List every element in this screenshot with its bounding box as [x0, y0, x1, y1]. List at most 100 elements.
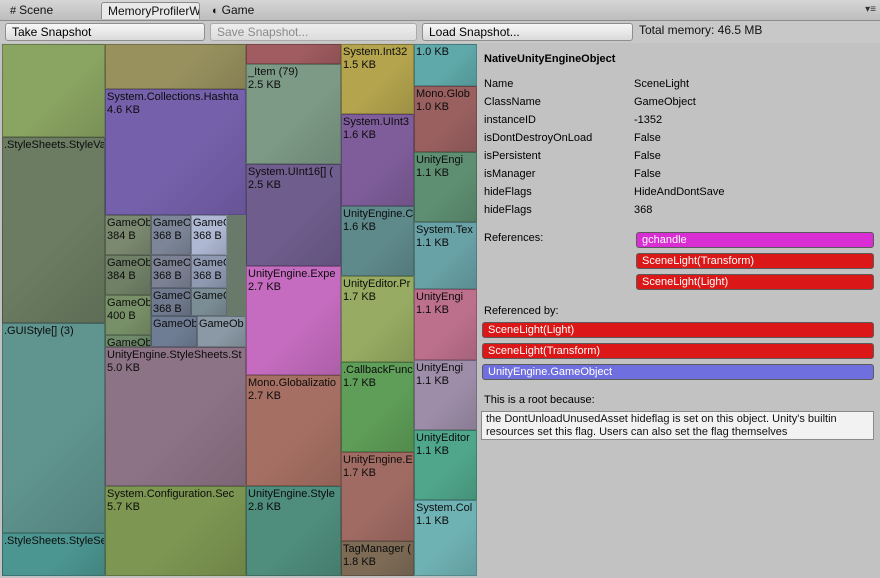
treemap-cell-label: GameO — [193, 217, 226, 229]
treemap-cell[interactable]: .StyleSheets.StyleVa — [2, 137, 105, 323]
treemap-cell-label: .StyleSheets.StyleSe — [4, 535, 105, 547]
prop-label-hideflags: hideFlags — [484, 186, 532, 198]
treemap-cell[interactable]: GameO368 B — [151, 288, 191, 316]
treemap-cell-label: .GUIStyle[] (3) — [4, 325, 74, 337]
treemap-cell-label: Mono.Globalizatio — [248, 377, 337, 389]
treemap-cell-label: UnityEngine.C — [343, 208, 414, 220]
treemap-cell[interactable]: UnityEngine.Expe 2.7 KB — [246, 266, 341, 375]
treemap-cell[interactable]: GameO368 B — [151, 215, 191, 255]
treemap-cell[interactable]: UnityEditor.Pr 1.7 KB — [341, 276, 414, 362]
treemap-cell-label: GameOb — [107, 337, 151, 347]
treemap-cell-label: GameOb — [107, 217, 151, 229]
treemap-cell-size: 400 B — [107, 310, 136, 322]
prop-value-name: SceneLight — [634, 78, 690, 90]
treemap-cell[interactable]: System.Collections.Hashta 4.6 KB — [105, 89, 246, 215]
treemap-cell[interactable]: .GUIStyle[] (3) — [2, 323, 105, 533]
treemap-cell[interactable]: GameOb — [197, 316, 246, 347]
treemap-cell-label: System.Tex — [416, 224, 473, 236]
prop-label-classname: ClassName — [484, 96, 541, 108]
treemap-cell[interactable]: UnityEngi 1.1 KB — [414, 360, 477, 430]
treemap-cell-size: 1.1 KB — [416, 515, 450, 527]
treemap-cell[interactable]: GameO368 B — [151, 255, 191, 288]
prop-label-hideflags-raw: hideFlags — [484, 204, 532, 216]
treemap-cell-label: GameObje — [193, 290, 226, 302]
references-label: References: — [484, 232, 544, 244]
reference-light-button[interactable]: SceneLight(Light) — [636, 274, 874, 290]
treemap-cell-label — [106, 45, 245, 46]
referenced-by-transform-button[interactable]: SceneLight(Transform) — [482, 343, 874, 359]
window-menu-icon[interactable]: ▾≡ — [865, 4, 876, 15]
treemap-cell[interactable]: GameOb400 B — [105, 335, 151, 347]
prop-value-hideflags-raw: 368 — [634, 204, 653, 216]
object-type-title: NativeUnityEngineObject — [484, 53, 616, 65]
pacman-icon: ◐ — [212, 5, 219, 17]
treemap-cell-size: 1.7 KB — [343, 291, 377, 303]
treemap-cell-size: 5.7 KB — [107, 501, 141, 513]
treemap-cell[interactable]: UnityEngine.StyleSheets.St 5.0 KB — [105, 347, 246, 486]
treemap-cell[interactable]: .StyleSheets.StyleSe — [2, 533, 105, 576]
take-snapshot-button[interactable]: Take Snapshot — [5, 23, 205, 41]
treemap-cell[interactable]: System.Configuration.Sec 5.7 KB — [105, 486, 246, 576]
referenced-by-gameobject-button[interactable]: UnityEngine.GameObject — [482, 364, 874, 380]
treemap-cell[interactable]: Mono.Globalizatio 2.7 KB — [246, 375, 341, 486]
root-reason-label: This is a root because: — [484, 394, 595, 406]
treemap-cell[interactable] — [105, 44, 246, 89]
treemap-cell-size: 2.7 KB — [248, 281, 282, 293]
treemap-cell-label: UnityEngine.Style — [248, 488, 335, 500]
treemap-cell-size: 1.7 KB — [343, 377, 377, 389]
treemap-cell-label: GameO — [193, 257, 226, 269]
treemap-cell-label: GameOb — [107, 257, 151, 269]
treemap-cell-label: UnityEngine.E — [343, 454, 413, 466]
treemap-cell[interactable]: System.Tex 1.1 KB — [414, 222, 477, 289]
treemap-cell-size: 1.6 KB — [343, 221, 377, 233]
treemap-cell[interactable]: System.UInt3 1.6 KB — [341, 114, 414, 206]
treemap-cell[interactable]: Mono.Glob 1.0 KB — [414, 86, 477, 152]
prop-label-name: Name — [484, 78, 514, 90]
reference-gchandle-button[interactable]: gchandle — [636, 232, 874, 248]
tab-label: Game — [221, 3, 255, 17]
treemap-cell[interactable]: GameO368 B — [191, 255, 227, 288]
treemap-cell[interactable]: GameOb400 B — [105, 295, 151, 335]
treemap-cell[interactable]: UnityEngine.E 1.7 KB — [341, 452, 414, 541]
treemap-cell[interactable]: UnityEngine.C 1.6 KB — [341, 206, 414, 276]
treemap-cell[interactable]: System.Col 1.1 KB — [414, 500, 477, 576]
treemap-cell[interactable]: UnityEditor 1.1 KB — [414, 430, 477, 500]
referenced-by-label: Referenced by: — [484, 305, 559, 317]
treemap-cell-size: 1.1 KB — [416, 167, 450, 179]
treemap-cell[interactable]: .CallbackFunc 1.7 KB — [341, 362, 414, 452]
treemap-cell[interactable]: GameO368 B — [191, 215, 227, 255]
treemap-cell[interactable]: System.UInt16[] (2.5 KB — [246, 164, 341, 266]
treemap-cell[interactable]: UnityEngi 1.1 KB — [414, 289, 477, 360]
treemap-cell-label: GameOb — [107, 297, 151, 309]
memory-treemap[interactable]: .StyleSheets.StyleVa .GUIStyle[] (3) .Styl… — [2, 44, 477, 576]
treemap-cell[interactable] — [246, 44, 341, 64]
treemap-cell[interactable]: _Item (79) 2.5 KB — [246, 64, 341, 164]
treemap-cell[interactable] — [2, 44, 105, 137]
treemap-cell[interactable]: GameOb — [151, 316, 197, 347]
treemap-cell-size: 368 B — [153, 230, 182, 242]
treemap-cell[interactable]: GameOb 384 B — [105, 215, 151, 255]
treemap-cell[interactable]: UnityEngi 1.1 KB — [414, 152, 477, 222]
treemap-cell[interactable]: GameOb 384 B — [105, 255, 151, 295]
treemap-cell-size: 2.5 KB — [248, 179, 282, 191]
treemap-cell-size: 2.5 KB — [248, 79, 282, 91]
referenced-by-light-button[interactable]: SceneLight(Light) — [482, 322, 874, 338]
grid-icon: # — [10, 5, 17, 17]
treemap-cell[interactable]: TagManager (1.8 KB — [341, 541, 414, 576]
treemap-cell[interactable]: System.Int32 1.5 KB — [341, 44, 414, 114]
treemap-cell[interactable]: GameObje — [191, 288, 227, 316]
tab-scene[interactable]: # Scene — [4, 2, 94, 19]
treemap-cell-label: GameOb — [153, 318, 197, 330]
treemap-cell[interactable]: 1.0 KB — [414, 44, 477, 86]
tab-game[interactable]: ◐ Game — [206, 2, 276, 19]
treemap-cell-size: 1.5 KB — [343, 59, 377, 71]
load-snapshot-button[interactable]: Load Snapshot... — [422, 23, 633, 41]
treemap-cell-size: 4.6 KB — [107, 104, 141, 116]
treemap-cell-size: 1.0 KB — [416, 101, 450, 113]
treemap-cell-label: GameO — [153, 290, 191, 302]
reference-transform-button[interactable]: SceneLight(Transform) — [636, 253, 874, 269]
treemap-cell-size: 5.0 KB — [107, 362, 141, 374]
treemap-cell-label: TagManager ( — [343, 543, 411, 555]
treemap-cell[interactable]: UnityEngine.Style 2.8 KB — [246, 486, 341, 576]
tab-memory-profiler[interactable]: MemoryProfilerW — [101, 2, 200, 19]
